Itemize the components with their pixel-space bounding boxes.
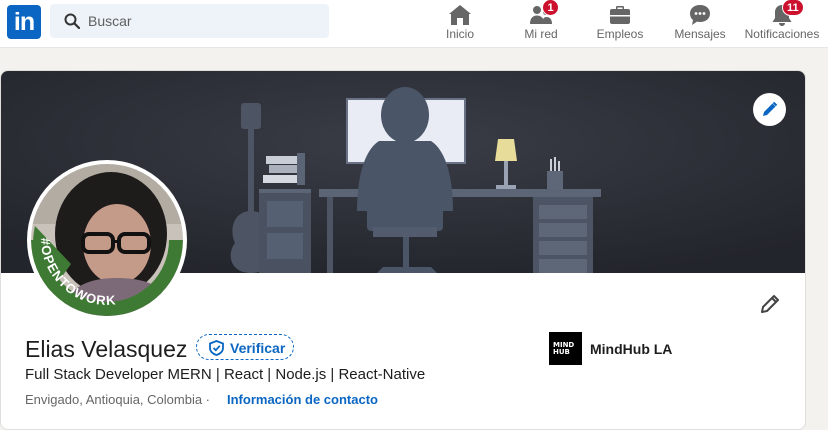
nav-notifications-badge: 11: [782, 0, 804, 16]
nav-notifications[interactable]: 11 Notificaciones: [740, 0, 824, 48]
company-logo: MIND HUB: [549, 332, 582, 365]
shield-check-icon: [209, 340, 224, 356]
profile-card: #OPENTOWORK Elias Velasquez Verificar Fu…: [0, 70, 806, 430]
verify-label: Verificar: [230, 340, 286, 356]
home-icon: [449, 5, 471, 25]
profile-location: Envigado, Antioquia, Colombia ·: [25, 392, 211, 407]
search-input[interactable]: [88, 4, 318, 38]
open-to-work-text: #OPENTOWORK: [38, 237, 116, 308]
briefcase-icon: [610, 6, 630, 24]
nav-notifications-label: Notificaciones: [744, 27, 820, 41]
edit-banner-button[interactable]: [753, 93, 786, 126]
company-name: MindHub LA: [590, 341, 673, 357]
edit-profile-button[interactable]: [757, 291, 783, 317]
contact-info-link[interactable]: Información de contacto: [227, 392, 378, 407]
nav-my-network-label: Mi red: [524, 27, 558, 41]
nav-messages-label: Mensajes: [674, 27, 726, 41]
profile-headline: Full Stack Developer MERN | React | Node…: [25, 366, 426, 383]
verify-button[interactable]: Verificar: [196, 334, 294, 360]
search-icon: [64, 13, 80, 29]
linkedin-logo[interactable]: in: [7, 5, 41, 39]
chat-icon: [690, 5, 710, 25]
nav-home-label: Inicio: [445, 27, 474, 41]
top-nav-bar: in Inicio 1 Mi red Empleos: [0, 0, 828, 48]
nav-home[interactable]: Inicio: [430, 0, 490, 48]
search-box[interactable]: [50, 4, 329, 38]
nav-jobs-label: Empleos: [596, 27, 644, 41]
pencil-icon: [761, 295, 779, 313]
nav-my-network[interactable]: 1 Mi red: [511, 0, 571, 48]
nav-jobs[interactable]: Empleos: [590, 0, 650, 48]
svg-text:#OPENTOWORK: #OPENTOWORK: [38, 237, 117, 308]
nav-messages[interactable]: Mensajes: [670, 0, 730, 48]
open-to-work-ring: #OPENTOWORK: [38, 237, 117, 308]
pencil-icon: [763, 101, 778, 116]
profile-name: Elias Velasquez: [25, 336, 188, 362]
nav-my-network-badge: 1: [542, 0, 559, 16]
profile-avatar[interactable]: #OPENTOWORK: [27, 160, 187, 320]
